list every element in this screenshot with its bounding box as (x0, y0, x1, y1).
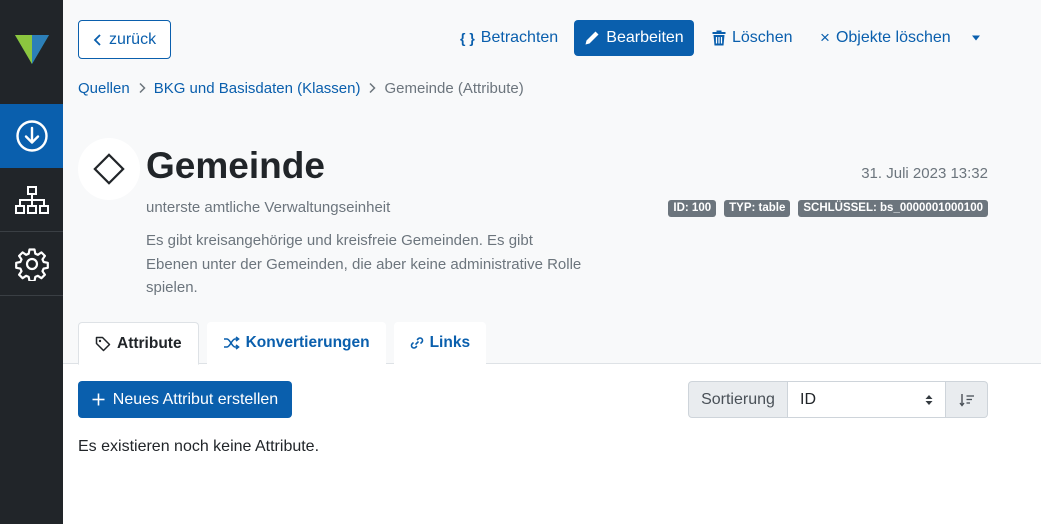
edit-button-label: Bearbeiten (606, 29, 684, 46)
plus-icon (92, 393, 105, 406)
back-button[interactable]: zurück (78, 20, 171, 59)
tab-links[interactable]: Links (393, 322, 487, 364)
sort-label: Sortierung (688, 381, 788, 418)
object-subtitle: unterste amtliche Verwaltungseinheit (146, 199, 391, 216)
caret-down-icon (972, 35, 980, 41)
trash-icon (712, 30, 726, 46)
gear-icon (14, 247, 49, 281)
type-badge: TYP: table (724, 200, 791, 217)
edit-button[interactable]: Bearbeiten (574, 20, 694, 56)
tab-conversions[interactable]: Konvertierungen (206, 322, 386, 364)
new-attribute-button-label: Neues Attribut erstellen (112, 390, 279, 408)
new-attribute-button[interactable]: Neues Attribut erstellen (78, 381, 292, 418)
sidebar-item-settings[interactable] (0, 232, 63, 296)
download-circle-icon (15, 120, 48, 152)
key-badge: SCHLÜSSEL: bs_0000001000100 (798, 200, 988, 217)
sitemap-icon (14, 185, 49, 214)
breadcrumb-item-sources[interactable]: Quellen (78, 80, 130, 97)
diamond-icon (93, 153, 125, 185)
delete-objects-button-label: Objekte löschen (835, 29, 951, 46)
pencil-icon (585, 31, 599, 45)
shuffle-icon (223, 336, 240, 350)
tab-attributes-label: Attribute (117, 334, 182, 352)
app-logo[interactable] (0, 0, 63, 104)
object-type-icon (78, 138, 140, 200)
object-badges: ID: 100 TYP: table SCHLÜSSEL: bs_0000001… (668, 200, 988, 217)
object-timestamp: 31. Juli 2023 13:32 (861, 165, 988, 182)
more-actions-dropdown[interactable] (969, 20, 983, 56)
chevron-right-icon (139, 82, 146, 94)
sort-control: Sortierung ID (688, 381, 988, 418)
tab-links-label: Links (429, 334, 471, 351)
close-icon: × (820, 28, 830, 47)
view-button[interactable]: { } Betrachten (460, 20, 558, 56)
tab-bar: Attribute Konvertierungen Links (78, 322, 494, 365)
sidebar-item-download[interactable] (0, 104, 63, 168)
view-button-label: Betrachten (480, 29, 559, 46)
sort-ascending-icon (958, 393, 974, 407)
breadcrumb-item-classes[interactable]: BKG und Basisdaten (Klassen) (154, 80, 361, 97)
empty-state-message: Es existieren noch keine Attribute. (78, 438, 320, 455)
tag-icon (95, 336, 111, 351)
link-icon (410, 337, 423, 349)
delete-button-label: Löschen (732, 29, 793, 46)
chevron-right-icon (369, 82, 377, 94)
sidebar (0, 0, 63, 524)
breadcrumb: Quellen BKG und Basisdaten (Klassen) Gem… (78, 78, 524, 98)
sort-select[interactable]: ID (788, 381, 946, 418)
sort-direction-button[interactable] (946, 381, 988, 418)
sort-select-value: ID (800, 390, 816, 408)
delete-button[interactable]: Löschen (712, 20, 793, 56)
breadcrumb-item-current: Gemeinde (Attribute) (384, 79, 524, 97)
object-description: Es gibt kreisangehörige und kreisfreie G… (146, 232, 582, 296)
sidebar-item-sitemap[interactable] (0, 168, 63, 232)
select-arrows-icon (925, 394, 933, 405)
back-button-label: zurück (108, 30, 157, 48)
delete-objects-button[interactable]: × Objekte löschen (820, 20, 951, 56)
logo-icon (15, 35, 49, 64)
tab-attributes[interactable]: Attribute (78, 322, 199, 365)
braces-icon: { } (460, 30, 475, 46)
id-badge: ID: 100 (668, 200, 717, 217)
page-title: Gemeinde (146, 145, 325, 186)
chevron-left-icon (93, 33, 101, 46)
tab-conversions-label: Konvertierungen (245, 334, 370, 351)
